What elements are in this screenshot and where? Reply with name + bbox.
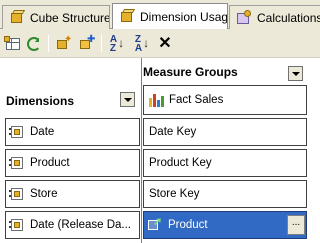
dimension-label: Store [30, 188, 58, 200]
tab-label: Calculations [257, 10, 320, 25]
cube-properties-icon: ✚ [80, 35, 95, 50]
add-cube-dimension-button[interactable] [4, 35, 22, 52]
dimension-label: Date [30, 126, 55, 138]
new-cube-button[interactable]: ✦ [55, 35, 73, 52]
sort-arrow: ↓ [118, 36, 125, 50]
relationship-cell-date-release[interactable]: ➚ Product ... [143, 211, 307, 239]
referenced-relationship-icon: ➚ [148, 217, 162, 232]
delete-icon: ✕ [158, 34, 172, 52]
sort-letter: Z [109, 42, 116, 54]
tab-label: Dimension Usage [140, 9, 228, 24]
refresh-button[interactable] [25, 35, 43, 52]
column-divider [141, 58, 142, 243]
relationship-cell-date[interactable]: Date Key [143, 118, 307, 146]
dimension-label: Date (Release Da... [30, 219, 131, 231]
sort-descending-button[interactable]: ZA ↓ [133, 34, 151, 54]
chevron-down-icon [123, 97, 132, 102]
sort-letter: A [134, 42, 143, 54]
measure-group-label: Fact Sales [169, 94, 224, 106]
sort-ascending-icon: AZ ↓ [109, 34, 125, 54]
sort-descending-icon: ZA ↓ [134, 34, 150, 54]
dimensions-filter-button[interactable] [120, 92, 135, 107]
edit-relationship-button[interactable]: ... [287, 215, 305, 235]
dimension-icon [9, 187, 24, 201]
dimensions-header: Dimensions [6, 94, 75, 108]
relationship-cell-product[interactable]: Product Key [143, 149, 307, 177]
sort-ascending-button[interactable]: AZ ↓ [108, 34, 126, 54]
dimension-icon [9, 156, 24, 170]
relationship-cell-store[interactable]: Store Key [143, 180, 307, 208]
designer-tab-strip: Cube Structure Dimension Usage Calculati… [0, 0, 320, 29]
refresh-icon [27, 36, 41, 51]
calculations-icon [236, 10, 252, 25]
measure-group-icon [149, 93, 164, 107]
add-cube-dimension-icon [4, 35, 20, 50]
measure-groups-filter-button[interactable] [288, 66, 303, 81]
cube-icon [9, 10, 26, 25]
dimension-icon [9, 218, 24, 232]
toolbar-separator [48, 35, 49, 52]
dimension-label: Product [30, 157, 70, 169]
tab-cube-structure[interactable]: Cube Structure [2, 5, 110, 29]
relationship-label: Product [168, 219, 208, 231]
cube-properties-button[interactable]: ✚ [78, 35, 96, 52]
dimension-icon [9, 125, 24, 139]
tab-dimension-usage[interactable]: Dimension Usage [112, 3, 228, 29]
toolbar: ✦ ✚ AZ ↓ ZA ↓ ✕ [0, 29, 320, 58]
dimension-row-date-release[interactable]: Date (Release Da... [5, 211, 140, 239]
new-cube-icon: ✦ [57, 35, 72, 50]
relationship-label: Product Key [149, 157, 212, 169]
relationship-label: Store Key [149, 188, 200, 200]
sort-arrow: ↓ [143, 36, 150, 50]
dimension-row-date[interactable]: Date [5, 118, 140, 146]
dimension-usage-grid: Measure Groups Dimensions Fact Sales Dat… [0, 58, 320, 243]
dimension-row-store[interactable]: Store [5, 180, 140, 208]
dimension-usage-icon [119, 9, 136, 24]
tab-calculations[interactable]: Calculations [229, 5, 320, 29]
chevron-down-icon [291, 71, 300, 76]
tab-label: Cube Structure [30, 10, 110, 25]
relationship-label: Date Key [149, 126, 197, 138]
dimension-row-product[interactable]: Product [5, 149, 140, 177]
delete-button[interactable]: ✕ [156, 35, 174, 52]
toolbar-separator [101, 35, 102, 52]
measure-group-fact-sales[interactable]: Fact Sales [143, 85, 307, 115]
measure-groups-header: Measure Groups [143, 65, 238, 79]
